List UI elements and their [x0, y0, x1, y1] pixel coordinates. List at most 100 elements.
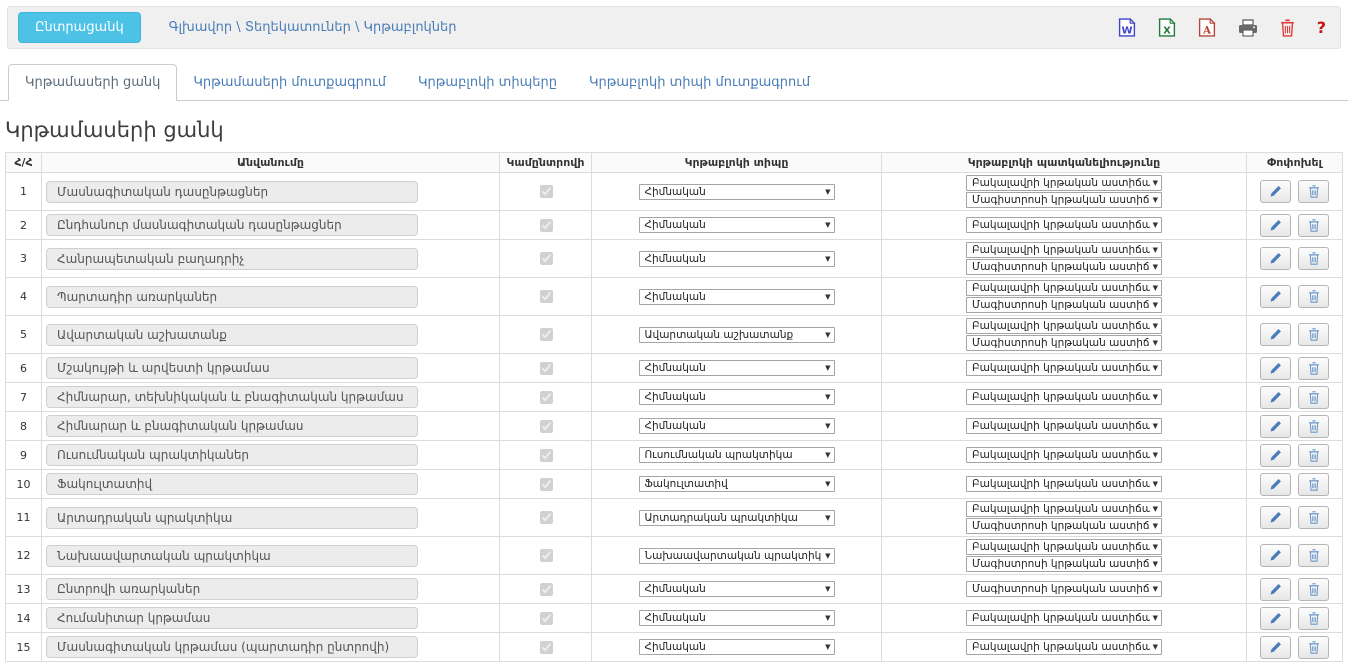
name-input[interactable]: [46, 578, 418, 600]
tab-block-entry[interactable]: Կրթամասերի մուտքագրում: [177, 65, 402, 100]
name-input[interactable]: [46, 324, 418, 346]
tab-block-types[interactable]: Կրթաբլոկի տիպերը: [402, 65, 573, 100]
name-input[interactable]: [46, 607, 418, 629]
edit-button[interactable]: [1260, 607, 1291, 630]
delete-button[interactable]: [1298, 247, 1329, 270]
belonging-select[interactable]: Մագիստրոսի կրթական աստիճան▼: [966, 518, 1162, 534]
breadcrumb-references[interactable]: Տեղեկատուներ: [245, 20, 351, 35]
delete-button[interactable]: [1298, 473, 1329, 496]
optional-checkbox[interactable]: [540, 420, 553, 433]
print-icon[interactable]: [1238, 19, 1258, 37]
belonging-select[interactable]: Բակալավրի կրթական աստիճան▼: [966, 360, 1162, 376]
block-type-select[interactable]: Ուսումնական պրակտիկա ▼: [639, 447, 835, 463]
belonging-select[interactable]: Մագիստրոսի կրթական աստիճան▼: [966, 335, 1162, 351]
belonging-select[interactable]: Բակալավրի կրթական աստիճան▼: [966, 217, 1162, 233]
belonging-select[interactable]: Բակալավրի կրթական աստիճան▼: [966, 175, 1162, 191]
name-input[interactable]: [46, 181, 418, 203]
block-type-select[interactable]: Արտադրական պրակտիկա ▼: [639, 510, 835, 526]
belonging-select[interactable]: Բակալավրի կրթական աստիճան▼: [966, 501, 1162, 517]
name-input[interactable]: [46, 636, 418, 658]
tab-block-list[interactable]: Կրթամասերի ցանկ: [8, 64, 177, 101]
edit-button[interactable]: [1260, 506, 1291, 529]
delete-button[interactable]: [1298, 214, 1329, 237]
optional-checkbox[interactable]: [540, 391, 553, 404]
edit-button[interactable]: [1260, 386, 1291, 409]
excel-export-icon[interactable]: X: [1158, 18, 1176, 37]
belonging-select[interactable]: Մագիստրոսի կրթական աստիճան▼: [966, 556, 1162, 572]
optional-checkbox[interactable]: [540, 449, 553, 462]
name-input[interactable]: [46, 444, 418, 466]
name-input[interactable]: [46, 286, 418, 308]
edit-button[interactable]: [1260, 636, 1291, 659]
optional-checkbox[interactable]: [540, 549, 553, 562]
delete-button[interactable]: [1298, 386, 1329, 409]
optional-checkbox[interactable]: [540, 252, 553, 265]
belonging-select[interactable]: Մագիստրոսի կրթական աստիճան▼: [966, 192, 1162, 208]
word-export-icon[interactable]: W: [1118, 18, 1136, 37]
belonging-select[interactable]: Բակալավրի կրթական աստիճան▼: [966, 639, 1162, 655]
optional-checkbox[interactable]: [540, 511, 553, 524]
menu-button[interactable]: Ընտրացանկ: [18, 12, 141, 43]
block-type-select[interactable]: Հիմնական ▼: [639, 360, 835, 376]
delete-button[interactable]: [1298, 506, 1329, 529]
block-type-select[interactable]: Հիմնական ▼: [639, 289, 835, 305]
breadcrumb-current[interactable]: Կրթաբլոկներ: [364, 20, 457, 35]
belonging-select[interactable]: Բակալավրի կրթական աստիճան▼: [966, 318, 1162, 334]
edit-button[interactable]: [1260, 415, 1291, 438]
optional-checkbox[interactable]: [540, 612, 553, 625]
belonging-select[interactable]: Բակալավրի կրթական աստիճան▼: [966, 389, 1162, 405]
name-input[interactable]: [46, 386, 418, 408]
delete-button[interactable]: [1298, 578, 1329, 601]
block-type-select[interactable]: Նախաավարտական պրակտիկա ▼: [639, 548, 835, 564]
name-input[interactable]: [46, 214, 418, 236]
delete-icon[interactable]: [1280, 19, 1295, 37]
name-input[interactable]: [46, 357, 418, 379]
delete-button[interactable]: [1298, 415, 1329, 438]
edit-button[interactable]: [1260, 473, 1291, 496]
optional-checkbox[interactable]: [540, 185, 553, 198]
edit-button[interactable]: [1260, 578, 1291, 601]
edit-button[interactable]: [1260, 285, 1291, 308]
belonging-select[interactable]: Բակալավրի կրթական աստիճան▼: [966, 418, 1162, 434]
block-type-select[interactable]: Հիմնական ▼: [639, 610, 835, 626]
block-type-select[interactable]: Հիմնական ▼: [639, 184, 835, 200]
name-input[interactable]: [46, 545, 418, 567]
help-icon[interactable]: ?: [1317, 18, 1326, 37]
belonging-select[interactable]: Բակալավրի կրթական աստիճան▼: [966, 447, 1162, 463]
edit-button[interactable]: [1260, 247, 1291, 270]
block-type-select[interactable]: Հիմնական ▼: [639, 251, 835, 267]
block-type-select[interactable]: Հիմնական ▼: [639, 217, 835, 233]
delete-button[interactable]: [1298, 357, 1329, 380]
belonging-select[interactable]: Բակալավրի կրթական աստիճան▼: [966, 610, 1162, 626]
optional-checkbox[interactable]: [540, 641, 553, 654]
delete-button[interactable]: [1298, 285, 1329, 308]
belonging-select[interactable]: Բակալավրի կրթական աստիճան▼: [966, 242, 1162, 258]
pdf-export-icon[interactable]: A: [1198, 18, 1216, 37]
delete-button[interactable]: [1298, 444, 1329, 467]
optional-checkbox[interactable]: [540, 478, 553, 491]
optional-checkbox[interactable]: [540, 290, 553, 303]
block-type-select[interactable]: Ավարտական աշխատանք ▼: [639, 327, 835, 343]
edit-button[interactable]: [1260, 323, 1291, 346]
belonging-select[interactable]: Բակալավրի կրթական աստիճան▼: [966, 539, 1162, 555]
edit-button[interactable]: [1260, 180, 1291, 203]
belonging-select[interactable]: Մագիստրոսի կրթական աստիճան▼: [966, 259, 1162, 275]
belonging-select[interactable]: Մագիստրոսի կրթական աստիճան▼: [966, 297, 1162, 313]
name-input[interactable]: [46, 248, 418, 270]
delete-button[interactable]: [1298, 636, 1329, 659]
optional-checkbox[interactable]: [540, 328, 553, 341]
optional-checkbox[interactable]: [540, 219, 553, 232]
belonging-select[interactable]: Մագիստրոսի կրթական աստիճան▼: [966, 581, 1162, 597]
breadcrumb-home[interactable]: Գլխավոր: [169, 20, 232, 35]
optional-checkbox[interactable]: [540, 362, 553, 375]
belonging-select[interactable]: Բակալավրի կրթական աստիճան▼: [966, 280, 1162, 296]
optional-checkbox[interactable]: [540, 583, 553, 596]
delete-button[interactable]: [1298, 180, 1329, 203]
block-type-select[interactable]: Հիմնական ▼: [639, 418, 835, 434]
name-input[interactable]: [46, 473, 418, 495]
name-input[interactable]: [46, 507, 418, 529]
edit-button[interactable]: [1260, 444, 1291, 467]
edit-button[interactable]: [1260, 544, 1291, 567]
block-type-select[interactable]: Հիմնական ▼: [639, 389, 835, 405]
name-input[interactable]: [46, 415, 418, 437]
